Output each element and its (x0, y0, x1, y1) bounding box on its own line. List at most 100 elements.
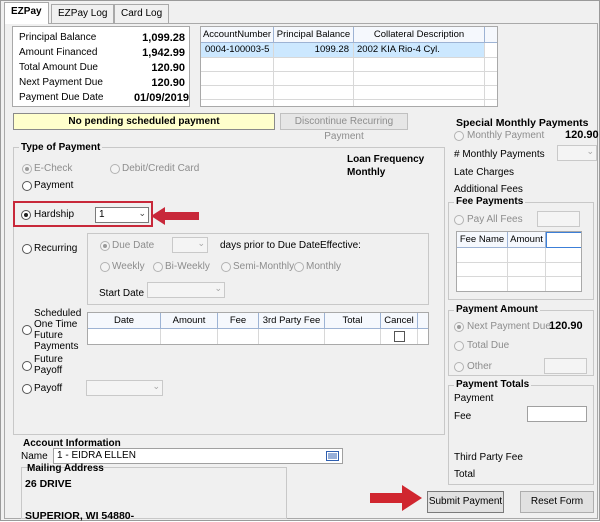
due-date-label: Due Date (112, 240, 155, 251)
sched-header-cancel[interactable]: Cancel (381, 313, 418, 329)
payment-radio[interactable] (22, 181, 32, 191)
pay-all-fees-input[interactable] (537, 211, 580, 227)
total-due-radio[interactable] (454, 341, 464, 351)
start-date-picker[interactable]: ⌄ (147, 282, 225, 298)
echeck-radio[interactable] (22, 164, 32, 174)
payment-amount-title: Payment Amount (454, 304, 540, 315)
totals-total-label: Total (454, 469, 476, 480)
tab-ezpay-log[interactable]: EZPay Log (51, 4, 115, 23)
grid-cell-collateral-description[interactable]: 2002 KIA Rio-4 Cyl. (354, 43, 485, 57)
red-arrow-right-icon (370, 485, 422, 511)
sched-header-amount[interactable]: Amount (161, 313, 218, 329)
recurring-radio[interactable] (22, 244, 32, 254)
sched-header-filler (418, 313, 428, 329)
principal-balance-label: Principal Balance (19, 32, 97, 43)
tab-ezpay[interactable]: EZPay (4, 2, 49, 24)
days-prior-select[interactable]: ⌄ (172, 237, 208, 253)
amount-financed-value: 1,942.99 (142, 47, 185, 59)
payoff-radio[interactable] (22, 384, 32, 394)
biweekly-label: Bi-Weekly (165, 261, 210, 272)
payment-label: Payment (34, 180, 74, 191)
scheduled-payments-label: Scheduled One Time Future Payments (34, 308, 82, 352)
grid-cell-principal-balance[interactable]: 1099.28 (274, 43, 354, 57)
payment-due-date-label: Payment Due Date (19, 92, 104, 103)
account-name-input[interactable]: 1 - EIDRA ELLEN (53, 448, 343, 464)
monthly-payment-value: 120.90 (565, 129, 599, 141)
grid-header-account-number[interactable]: AccountNumber (201, 27, 274, 43)
sched-header-total[interactable]: Total (325, 313, 381, 329)
totals-payment-label: Payment (454, 393, 494, 404)
due-date-radio[interactable] (100, 241, 110, 251)
scheduled-payments-grid[interactable]: Date Amount Fee 3rd Party Fee Total Canc… (87, 312, 429, 345)
weekly-label: Weekly (112, 261, 145, 272)
fee-payments-grid[interactable]: Fee Name Amount (456, 231, 582, 292)
next-payment-due-option-label: Next Payment Due (467, 321, 551, 332)
tab-card-log[interactable]: Card Log (114, 4, 170, 23)
account-name-value: 1 - EIDRA ELLEN (57, 450, 136, 461)
payoff-label: Payoff (34, 383, 63, 394)
effective-label: Effective: (320, 240, 361, 251)
hardship-radio[interactable] (21, 210, 31, 220)
chevron-down-icon: ⌄ (586, 146, 594, 156)
ezpay-window: EZPay EZPay Log Card Log Principal Balan… (0, 0, 600, 522)
other-amount-label: Other (467, 361, 493, 372)
scheduled-payments-radio[interactable] (22, 325, 32, 335)
totals-fee-label: Fee (454, 411, 472, 422)
monthly-label: Monthly (306, 261, 342, 272)
pay-all-fees-radio[interactable] (454, 215, 464, 225)
num-monthly-payments-select[interactable]: ⌄ (557, 145, 597, 161)
semimonthly-label: Semi-Monthly (233, 261, 295, 272)
additional-fees-label: Additional Fees (454, 184, 523, 195)
loan-frequency-value: Monthly (347, 167, 386, 178)
grid-cell-account-number[interactable]: 0004-100003-5 (201, 43, 274, 57)
cancel-checkbox[interactable] (394, 331, 405, 342)
mailing-address-title: Mailing Address (27, 463, 104, 474)
debit-credit-label: Debit/Credit Card (122, 163, 200, 174)
other-amount-radio[interactable] (454, 362, 464, 372)
monthly-payment-radio[interactable] (454, 131, 464, 141)
reset-form-button[interactable]: Reset Form (520, 491, 594, 513)
fee-payments-title: Fee Payments (454, 196, 526, 207)
type-of-payment-title: Type of Payment (19, 142, 103, 153)
fee-header-amount[interactable]: Amount (508, 232, 546, 248)
start-date-label: Start Date (99, 288, 145, 299)
total-amount-due-label: Total Amount Due (19, 62, 98, 73)
weekly-radio[interactable] (100, 262, 110, 272)
principal-balance-value: 1,099.28 (142, 32, 185, 44)
total-amount-due-value: 120.90 (151, 62, 185, 74)
list-lookup-icon[interactable] (326, 451, 339, 461)
fee-grid-selected-cell[interactable] (546, 232, 581, 248)
grid-header-principal-balance[interactable]: Principal Balance (274, 27, 354, 43)
name-label: Name (21, 451, 48, 462)
sched-header-fee[interactable]: Fee (218, 313, 259, 329)
chevron-down-icon: ⌄ (214, 283, 222, 293)
fee-header-fee-name[interactable]: Fee Name (457, 232, 508, 248)
discontinue-recurring-button[interactable]: Discontinue Recurring Payment (280, 113, 408, 142)
biweekly-radio[interactable] (153, 262, 163, 272)
next-payment-due-option-value: 120.90 (549, 320, 583, 332)
sched-header-3rd-party-fee[interactable]: 3rd Party Fee (259, 313, 325, 329)
next-payment-due-radio[interactable] (454, 322, 464, 332)
future-payoff-label: Future Payoff (34, 354, 63, 376)
pay-all-fees-label: Pay All Fees (467, 214, 523, 225)
semimonthly-radio[interactable] (221, 262, 231, 272)
sched-header-date[interactable]: Date (88, 313, 161, 329)
debit-credit-radio[interactable] (110, 164, 120, 174)
chevron-down-icon: ⌄ (138, 208, 146, 218)
address-line-2: SUPERIOR, WI 54880- (25, 510, 135, 522)
hardship-count-value: 1 (99, 209, 105, 220)
hardship-count-select[interactable]: 1 ⌄ (95, 207, 149, 223)
submit-payment-button[interactable]: Submit Payment (427, 491, 504, 513)
next-payment-due-label: Next Payment Due (19, 77, 103, 88)
amount-financed-label: Amount Financed (19, 47, 98, 58)
future-payoff-radio[interactable] (22, 361, 32, 371)
monthly-radio[interactable] (294, 262, 304, 272)
grid-header-collateral-description[interactable]: Collateral Description (354, 27, 485, 43)
accounts-grid[interactable]: AccountNumber Principal Balance Collater… (200, 26, 498, 107)
chevron-down-icon: ⌄ (152, 381, 160, 391)
payoff-select[interactable]: ⌄ (86, 380, 163, 396)
payment-due-date-value: 01/09/2019 (133, 92, 189, 104)
totals-fee-input[interactable] (527, 406, 587, 422)
next-payment-due-value: 120.90 (151, 77, 185, 89)
other-amount-input[interactable] (544, 358, 587, 374)
